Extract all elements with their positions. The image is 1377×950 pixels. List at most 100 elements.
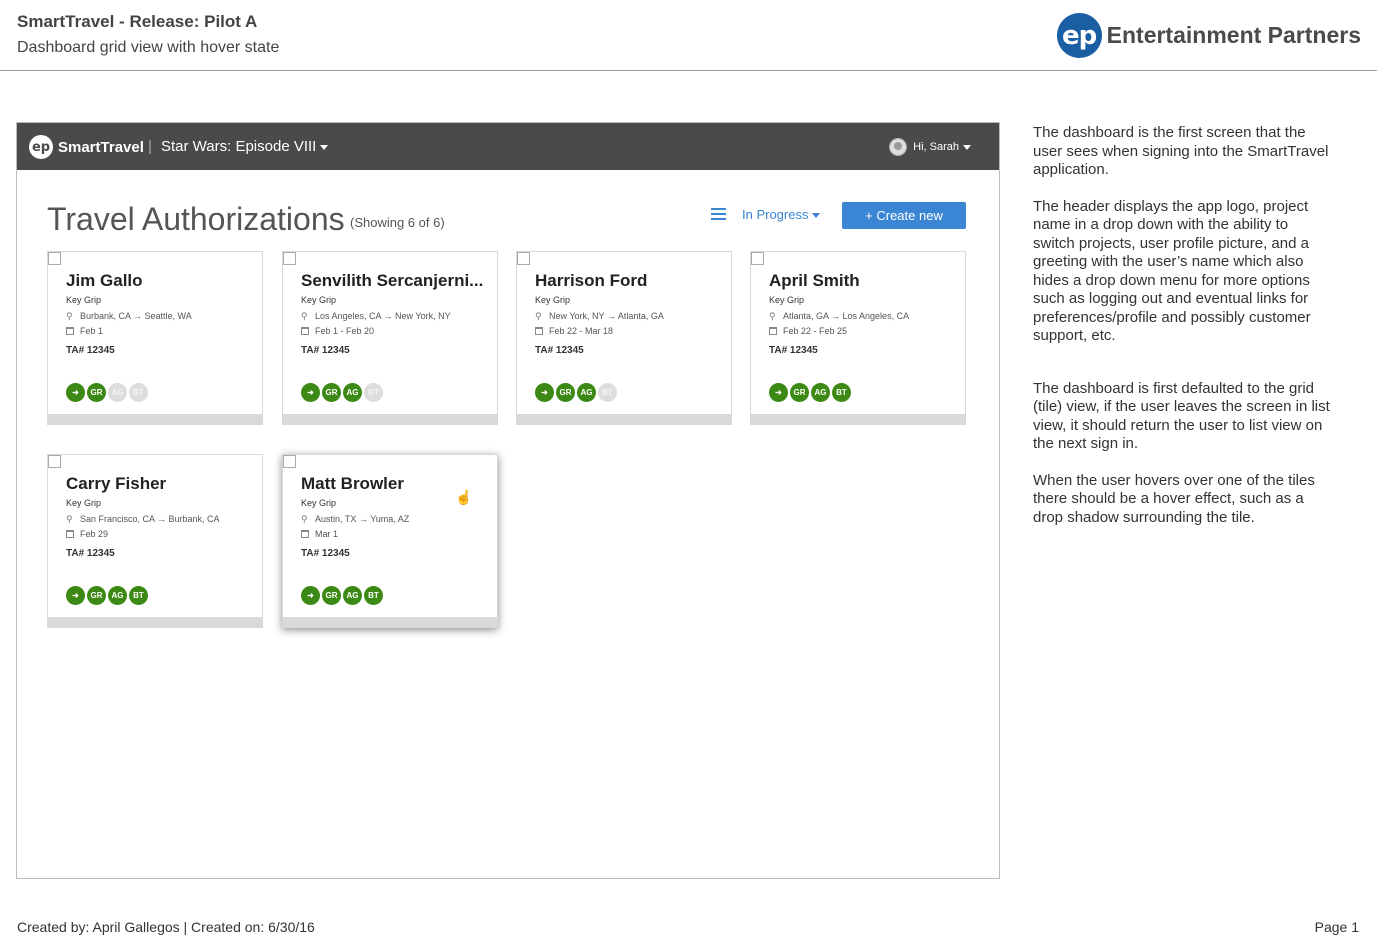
- map-pin-icon: ⚲: [301, 311, 308, 321]
- brand-name: Entertainment Partners: [1106, 22, 1361, 48]
- brand: ep Entertainment Partners: [1056, 13, 1361, 58]
- tile-footer-bar: [751, 414, 965, 424]
- dates-text: Mar 1: [315, 529, 339, 539]
- page-number: Page 1: [1314, 919, 1359, 935]
- app-name[interactable]: SmartTravel: [58, 139, 144, 156]
- status-badge: GR: [87, 383, 106, 402]
- app-header: ep SmartTravel | Star Wars: Episode VIII…: [17, 123, 999, 170]
- travel-route: ⚲ New York, NY → Atlanta, GA: [535, 311, 664, 322]
- map-pin-icon: ⚲: [66, 514, 73, 524]
- travel-route: ⚲ Burbank, CA → Seattle, WA: [66, 311, 192, 322]
- status-badges: ➜ GR AG BT: [535, 383, 619, 402]
- project-name: Star Wars: Episode VIII: [161, 138, 317, 155]
- tile-checkbox[interactable]: [283, 252, 296, 265]
- status-badge: GR: [556, 383, 575, 402]
- status-badge: AG: [108, 586, 127, 605]
- traveler-name: Harrison Ford: [535, 271, 648, 290]
- tile-footer-bar: [48, 414, 262, 424]
- status-badge: GR: [322, 383, 341, 402]
- route-text: Atlanta, GA → Los Angeles, CA: [783, 311, 910, 321]
- travel-dates: Feb 22 - Feb 25: [769, 326, 847, 336]
- result-count: (Showing 6 of 6): [350, 215, 445, 230]
- app-logo-icon[interactable]: ep: [29, 135, 53, 159]
- user-menu[interactable]: Hi, Sarah: [889, 138, 971, 156]
- traveler-role: Key Grip: [301, 295, 337, 305]
- route-text: New York, NY → Atlanta, GA: [549, 311, 664, 321]
- document-subtitle: Dashboard grid view with hover state: [17, 39, 280, 56]
- travel-authorization-tile[interactable]: Harrison Ford Key Grip ⚲ New York, NY → Atl…: [516, 251, 732, 425]
- status-badges: ➜ GR AG BT: [66, 586, 150, 605]
- chevron-down-icon: [812, 213, 821, 219]
- list-view-icon[interactable]: [711, 208, 726, 221]
- status-filter-dropdown[interactable]: In Progress: [742, 207, 821, 222]
- tile-checkbox[interactable]: [283, 455, 296, 468]
- calendar-icon: [301, 530, 309, 538]
- status-badge: GR: [790, 383, 809, 402]
- status-badge: GR: [87, 586, 106, 605]
- travel-route: ⚲ Atlanta, GA → Los Angeles, CA: [769, 311, 909, 322]
- status-badges: ➜ GR AG BT: [301, 383, 385, 402]
- travel-dates: Feb 1 - Feb 20: [301, 326, 374, 336]
- note-2: The header displays the app logo, projec…: [1033, 197, 1311, 345]
- travel-authorization-tile[interactable]: Matt Browler Key Grip ⚲ Austin, TX → Yuma, …: [282, 454, 498, 628]
- traveler-role: Key Grip: [66, 498, 102, 508]
- map-pin-icon: ⚲: [535, 311, 542, 321]
- travel-authorization-tile[interactable]: Carry Fisher Key Grip ⚲ San Francisco, CA →…: [47, 454, 263, 628]
- page-title: Travel Authorizations: [47, 201, 345, 237]
- travel-dates: Feb 29: [66, 529, 108, 539]
- status-badge: BT: [364, 383, 383, 402]
- status-badges: ➜ GR AG BT: [301, 586, 385, 605]
- status-badge: BT: [598, 383, 617, 402]
- dates-text: Feb 1 - Feb 20: [315, 326, 375, 336]
- status-badge: AG: [343, 383, 362, 402]
- document-title: SmartTravel - Release: Pilot A: [17, 12, 258, 31]
- status-badge: BT: [129, 586, 148, 605]
- travel-dates: Feb 22 - Mar 18: [535, 326, 613, 336]
- status-filter-label: In Progress: [742, 207, 809, 222]
- traveler-role: Key Grip: [66, 295, 102, 305]
- traveler-role: Key Grip: [301, 498, 337, 508]
- travel-authorization-tile[interactable]: April Smith Key Grip ⚲ Atlanta, GA → Los An…: [750, 251, 966, 425]
- tile-checkbox[interactable]: [48, 252, 61, 265]
- ta-number: TA# 12345: [769, 345, 818, 356]
- chevron-down-icon: [963, 144, 971, 150]
- route-text: Los Angeles, CA → New York, NY: [315, 311, 451, 321]
- tile-checkbox[interactable]: [48, 455, 61, 468]
- hand-cursor-icon: ☝: [455, 489, 473, 505]
- document-header: SmartTravel - Release: Pilot A Dashboard…: [0, 0, 1377, 71]
- tile-checkbox[interactable]: [517, 252, 530, 265]
- tile-checkbox[interactable]: [751, 252, 764, 265]
- map-pin-icon: ⚲: [769, 311, 776, 321]
- note-1: The dashboard is the first screen that t…: [1033, 124, 1329, 178]
- calendar-icon: [535, 327, 543, 335]
- create-new-button[interactable]: + Create new: [842, 202, 966, 229]
- travel-route: ⚲ Austin, TX → Yuma, AZ: [301, 514, 409, 525]
- chevron-down-icon: [320, 144, 329, 150]
- calendar-icon: [66, 327, 74, 335]
- tile-footer-bar: [48, 617, 262, 627]
- travel-authorization-tile[interactable]: Jim Gallo Key Grip ⚲ Burbank, CA → Seattle,…: [47, 251, 263, 425]
- traveler-role: Key Grip: [769, 295, 805, 305]
- dates-text: Feb 1: [80, 326, 104, 336]
- status-badge: AG: [343, 586, 362, 605]
- user-greeting: Hi, Sarah: [913, 141, 959, 153]
- map-pin-icon: ⚲: [301, 514, 308, 524]
- tile-footer-bar: [517, 414, 731, 424]
- route-text: Austin, TX → Yuma, AZ: [315, 514, 410, 524]
- status-badge: BT: [129, 383, 148, 402]
- note-3: The dashboard is first defaulted to the …: [1033, 379, 1330, 453]
- status-badges: ➜ GR AG BT: [769, 383, 853, 402]
- travel-authorization-tile[interactable]: Senvilith Sercanjerni... Key Grip ⚲ Los Ang…: [282, 251, 498, 425]
- travel-route: ⚲ Los Angeles, CA → New York, NY: [301, 311, 451, 322]
- tile-footer-bar: [283, 617, 497, 627]
- footer-credits: Created by: April Gallegos | Created on:…: [17, 919, 315, 935]
- sign-in-icon: ➜: [769, 383, 788, 402]
- traveler-name: April Smith: [769, 271, 860, 290]
- project-dropdown[interactable]: Star Wars: Episode VIII: [161, 138, 329, 155]
- travel-dates: Mar 1: [301, 529, 338, 539]
- tile-footer-bar: [283, 414, 497, 424]
- sign-in-icon: ➜: [301, 383, 320, 402]
- status-badge: BT: [364, 586, 383, 605]
- route-text: San Francisco, CA → Burbank, CA: [80, 514, 220, 524]
- travel-dates: Feb 1: [66, 326, 103, 336]
